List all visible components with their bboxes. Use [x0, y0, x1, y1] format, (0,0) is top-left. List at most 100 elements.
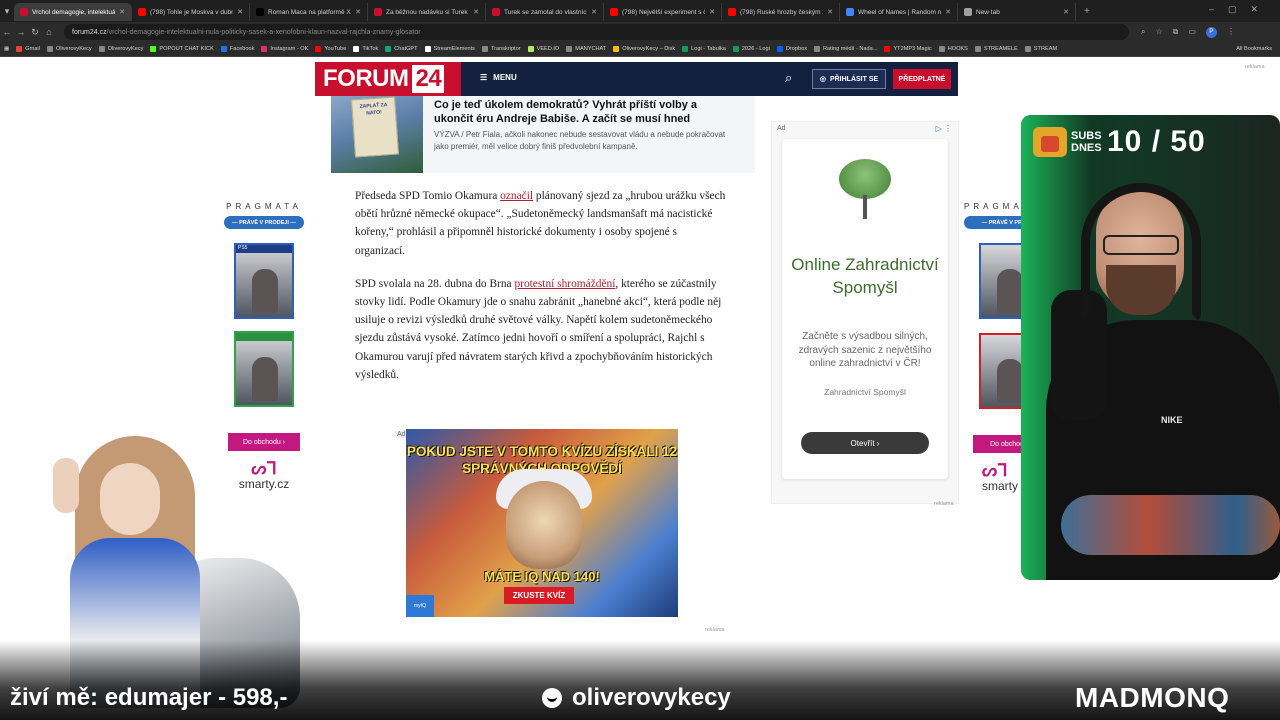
zoom-icon[interactable]: ⌕	[1141, 27, 1145, 38]
ps5-game-box[interactable]: PS5	[234, 243, 294, 319]
browser-tab[interactable]: Za běžnou nadávku si Turek vy... ✕	[368, 3, 486, 21]
bookmark-label: Facebook	[229, 46, 255, 52]
browser-tab[interactable]: Vrchol demagogie, intelektuální...✕	[14, 3, 132, 21]
toolbar-icons: ⌕ ☆ ⧉ ▭ P ⋮	[1141, 26, 1235, 38]
site-logo[interactable]: FORUM 24	[315, 62, 461, 96]
bookmark-item[interactable]: 2026 - Logi	[732, 46, 770, 52]
bookmark-label: YouTube	[324, 46, 347, 52]
bookmark-label: Gmail	[25, 46, 40, 52]
bookmark-item[interactable]: MANYCHAT	[566, 46, 606, 52]
ad-tagline: — PRÁVĚ V PRO	[964, 216, 1024, 229]
bookmark-item[interactable]: Logi - Tabulka	[682, 46, 726, 52]
browser-tab[interactable]: (798) Tohle je Moskva v dubnu... ✕	[132, 3, 250, 21]
close-tab-icon[interactable]: ✕	[945, 8, 951, 16]
home-icon[interactable]: ⌂	[42, 27, 56, 37]
bookmark-favicon-icon	[150, 46, 157, 52]
sidebar-icon[interactable]: ▭	[1188, 27, 1196, 38]
search-icon[interactable]: ⌕	[785, 70, 792, 86]
bookmark-item[interactable]: OliverovyKecy – Disk	[613, 46, 675, 52]
close-tab-icon[interactable]: ✕	[473, 8, 479, 16]
browser-tab[interactable]: Turek se zamotal do vlastních l... ✕	[486, 3, 604, 21]
article-link[interactable]: protestní shromáždění	[514, 278, 615, 290]
login-button[interactable]: ◎ PŘIHLÁSIT SE	[812, 69, 886, 89]
close-tab-icon[interactable]: ✕	[237, 8, 243, 16]
tab-favicon-icon	[374, 8, 382, 16]
screen: ▾ Vrchol demagogie, intelektuální...✕(79…	[0, 0, 1280, 720]
profile-avatar[interactable]: P	[1205, 26, 1217, 38]
article-link[interactable]: označil	[500, 190, 533, 202]
menu-dots-icon[interactable]: ⋮	[1227, 27, 1235, 38]
bookmark-item[interactable]: Instagram - OK	[261, 46, 308, 52]
close-tab-icon[interactable]: ✕	[1063, 8, 1069, 16]
bookmark-item[interactable]: STREAMELE	[974, 46, 1018, 52]
window-controls[interactable]: –▢✕	[1209, 4, 1272, 15]
all-bookmarks-link[interactable]: All Bookmarks	[1236, 46, 1272, 52]
browser-tab[interactable]: Wheel of Names | Random nam...✕	[840, 3, 958, 21]
forward-icon[interactable]: →	[14, 27, 28, 37]
ad-description: Začněte s výsadbou silných, zdravých saz…	[798, 331, 932, 369]
bookmark-item[interactable]: YT2MP3 Magic	[884, 46, 932, 52]
bookmark-item[interactable]: OliverovyKecy	[46, 46, 92, 52]
bookmark-item[interactable]: Facebook	[220, 46, 255, 52]
bookmark-item[interactable]: Dropbox	[776, 46, 807, 52]
bookmark-item[interactable]: ChatGPT	[385, 46, 418, 52]
close-tab-icon[interactable]: ✕	[119, 8, 125, 16]
extensions-icon[interactable]: ⧉	[1173, 27, 1179, 38]
adchoices-icon[interactable]: ▷ ⋮	[936, 124, 952, 133]
shirt-logo: NIKE	[1161, 415, 1183, 425]
bookmark-item[interactable]: STREAM	[1024, 46, 1057, 52]
close-tab-icon[interactable]: ✕	[709, 8, 715, 16]
bookmark-item[interactable]: TikTok	[353, 46, 378, 52]
bookmark-star-icon[interactable]: ☆	[1155, 27, 1162, 38]
tab-search-icon[interactable]: ▾	[0, 6, 14, 17]
browser-tab[interactable]: New tab ✕	[958, 3, 1076, 21]
related-article-card[interactable]: ZAPLAŤ ZA NATO! Co je teď úkolem demokra…	[331, 96, 755, 173]
close-tab-icon[interactable]: ✕	[591, 8, 597, 16]
new-tab-icon[interactable]: +	[1084, 6, 1090, 17]
back-icon[interactable]: ←	[0, 27, 14, 37]
bookmark-item[interactable]: YouTube	[315, 46, 346, 52]
menu-button[interactable]: ☰ MENU	[480, 73, 517, 82]
quiz-ad-image[interactable]: POKUD JSTE V TOMTO KVÍZU ZÍSKALI 12 SPRÁ…	[406, 429, 678, 617]
article-paragraph: Předseda SPD Tomio Okamura označil pláno…	[355, 187, 727, 260]
bookmark-item[interactable]: HOOKS	[938, 46, 968, 52]
browser-tab[interactable]: (798) Ruské hrozby českým zbr... ✕	[722, 3, 840, 21]
ad-card[interactable]: Online Zahradnictví Spomyšl Začněte s vý…	[782, 139, 948, 479]
bookmark-item[interactable]: POPOUT CHAT KICK	[150, 46, 214, 52]
bookmark-label: ChatGPT	[394, 46, 418, 52]
close-tab-icon[interactable]: ✕	[827, 8, 833, 16]
inline-ad[interactable]: Ad POKUD JSTE V TOMTO KVÍZU ZÍSKALI 12 S…	[394, 428, 680, 618]
browser-tab[interactable]: Roman Maca na platformě X... ✕	[250, 3, 368, 21]
shop-button[interactable]: Do obchodu	[973, 435, 1024, 453]
bookmark-item[interactable]: StreamElements	[424, 46, 475, 52]
open-button[interactable]: Otevřít ›	[801, 432, 929, 454]
bookmark-favicon-icon	[315, 46, 322, 52]
tab-title: (798) Tohle je Moskva v dubnu...	[150, 8, 233, 16]
threads-icon	[542, 688, 562, 708]
logo-text: FORUM	[323, 65, 409, 92]
game-box[interactable]	[979, 243, 1024, 319]
bookmark-item[interactable]: VEED.IO	[527, 46, 559, 52]
bookmark-favicon-icon	[884, 46, 891, 52]
einstein-face	[506, 481, 582, 569]
close-tab-icon[interactable]: ✕	[355, 8, 361, 16]
xbox-game-box[interactable]	[234, 331, 294, 407]
subscribe-button[interactable]: PŘEDPLATNÉ	[893, 69, 951, 89]
bookmark-item[interactable]: Transkriptor	[481, 46, 521, 52]
apps-icon[interactable]: ▦	[4, 46, 9, 52]
browser-tab[interactable]: (798) Největší experiment s čes... ✕	[604, 3, 722, 21]
bookmark-item[interactable]: Rating médií - Nada...	[814, 46, 877, 52]
article-body: Předseda SPD Tomio Okamura označil pláno…	[355, 187, 727, 399]
sidebar-ad[interactable]: Ad ▷ ⋮ Online Zahradnictví Spomyšl Začně…	[771, 121, 959, 504]
related-article-title[interactable]: Co je teď úkolem demokratů? Vyhrát příšt…	[434, 98, 739, 126]
game-box[interactable]	[979, 333, 1024, 409]
quiz-button[interactable]: ZKUSTE KVÍZ	[504, 587, 574, 604]
bookmark-item[interactable]: OliverovyKecy	[98, 46, 143, 52]
url-input[interactable]: forum24.cz/vrchol-demagogie-intelektualn…	[64, 24, 1129, 40]
reload-icon[interactable]: ↻	[28, 27, 42, 38]
channel-name: oliverovykecy	[542, 684, 731, 712]
smarty-logo[interactable]: ᔕᒣ smarty	[964, 462, 1024, 493]
right-skyscraper-ad[interactable]: PRAGMATA — PRÁVĚ V PRO Do obchodu ᔕᒣsmar…	[964, 202, 1024, 493]
url-path: /vrchol-demagogie-intelektualni-nula-pol…	[106, 28, 421, 36]
bookmark-item[interactable]: Gmail	[16, 46, 40, 52]
